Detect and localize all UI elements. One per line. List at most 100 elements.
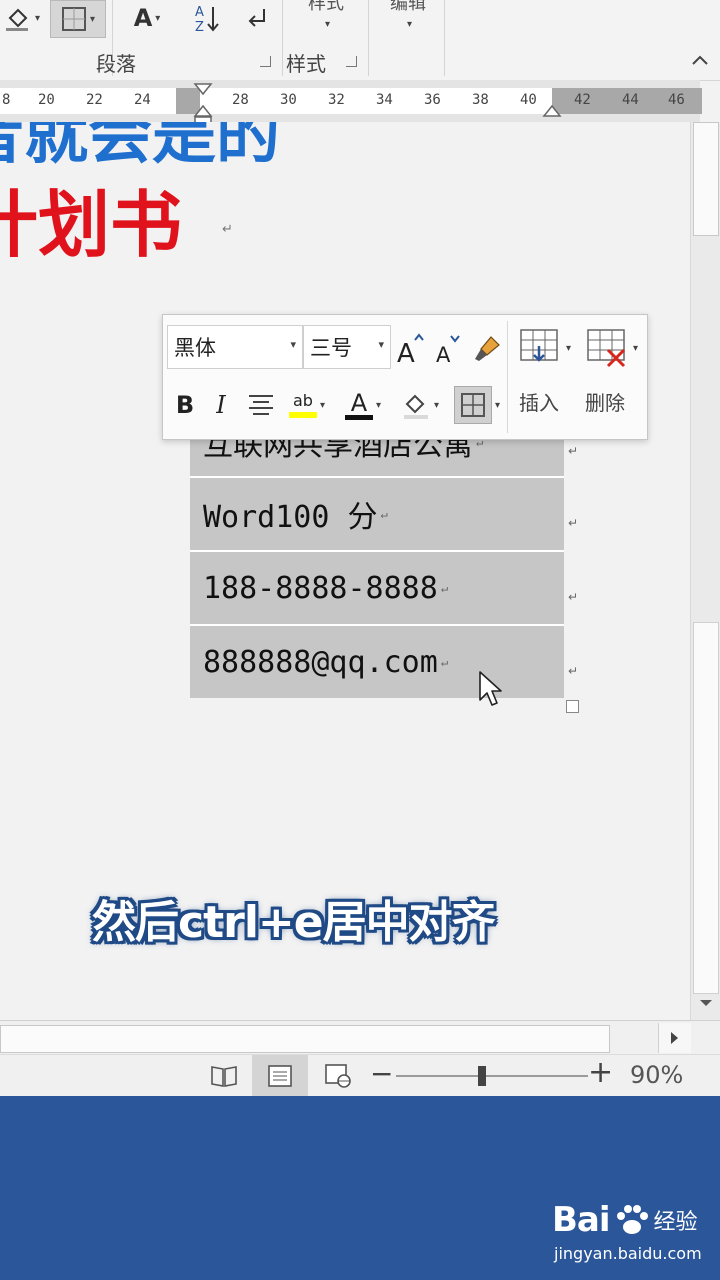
font-name-value: 黑体 bbox=[174, 336, 216, 360]
row-end-mark: ↵ bbox=[568, 516, 579, 530]
delete-table-button[interactable]: ▾ bbox=[581, 323, 643, 373]
delete-table-icon bbox=[587, 329, 626, 368]
shading-button[interactable]: ▾ bbox=[0, 0, 44, 36]
ruler-tick: 32 bbox=[328, 92, 345, 108]
font-name-combo[interactable]: 黑体 ▾ bbox=[167, 325, 303, 369]
svg-text:A: A bbox=[195, 5, 204, 20]
show-marks-button[interactable] bbox=[238, 0, 276, 36]
styles-dialog-launcher[interactable] bbox=[346, 56, 357, 67]
read-mode-button[interactable] bbox=[206, 1059, 242, 1093]
font-color-button[interactable]: A ▾ bbox=[339, 385, 387, 425]
watermark-url: jingyan.baidu.com bbox=[554, 1244, 702, 1263]
table-resize-handle[interactable] bbox=[566, 700, 579, 713]
zoom-percent[interactable]: 90% bbox=[630, 1061, 683, 1089]
highlight-label: ab bbox=[293, 391, 313, 410]
row-end-mark: ↵ bbox=[568, 590, 579, 604]
styles-button[interactable]: 样式 ▾ bbox=[290, 0, 362, 36]
table-row[interactable]: 888888@qq.com ↵ bbox=[190, 626, 564, 698]
ruler-tick: 30 bbox=[280, 92, 297, 108]
grow-font-icon: A bbox=[397, 333, 424, 366]
paragraph-mark-icon bbox=[248, 9, 265, 27]
cell-mark: ↵ bbox=[440, 655, 449, 669]
ruler-tick: 46 bbox=[668, 92, 685, 108]
scrollbar-thumb[interactable] bbox=[0, 1025, 610, 1053]
bold-button[interactable]: B bbox=[171, 385, 199, 425]
video-bottom-band: Bai 经验 jingyan.baidu.com bbox=[0, 1096, 720, 1280]
toolbar-separator bbox=[507, 321, 508, 433]
scroll-right-button[interactable] bbox=[658, 1023, 691, 1053]
video-subtitle: 然后ctrl+e居中对齐 bbox=[92, 897, 496, 948]
shrink-font-button[interactable]: A bbox=[433, 329, 463, 369]
insert-rows-icon bbox=[520, 329, 558, 362]
heading-line-2: 计划书 bbox=[0, 183, 183, 267]
ruler-tick: 44 bbox=[622, 92, 639, 108]
borders-button[interactable]: ▾ bbox=[50, 0, 106, 38]
mouse-cursor-icon bbox=[479, 671, 502, 706]
page-layout-icon bbox=[268, 1065, 292, 1087]
borders-button[interactable]: ▾ bbox=[449, 383, 505, 427]
watermark-suffix: 经验 bbox=[653, 1210, 698, 1235]
collapse-ribbon-button[interactable] bbox=[690, 50, 710, 70]
borders-icon bbox=[453, 386, 492, 424]
ribbon-separator bbox=[282, 0, 283, 76]
zoom-out-button[interactable]: − bbox=[370, 1057, 393, 1090]
ruler-tick: 22 bbox=[86, 92, 103, 108]
ruler-tick: 42 bbox=[574, 92, 591, 108]
svg-text:Z: Z bbox=[195, 20, 204, 33]
highlight-icon: ab bbox=[288, 391, 317, 418]
ruler-tick: 34 bbox=[376, 92, 393, 108]
zoom-slider[interactable] bbox=[396, 1066, 588, 1086]
paragraph-dialog-launcher[interactable] bbox=[260, 56, 271, 67]
borders-icon bbox=[61, 7, 86, 31]
baidu-jingyan-logo: Bai 经验 bbox=[552, 1200, 698, 1240]
align-center-icon bbox=[249, 395, 273, 415]
vertical-scrollbar[interactable] bbox=[690, 122, 720, 1022]
zoom-slider-thumb[interactable] bbox=[478, 1066, 487, 1086]
scrollbar-track[interactable] bbox=[693, 622, 719, 994]
format-painter-button[interactable] bbox=[469, 329, 503, 369]
format-painter-icon bbox=[475, 336, 500, 361]
table-row[interactable]: 188-8888-8888 ↵ bbox=[190, 552, 564, 626]
status-bar: − + 90% bbox=[0, 1054, 720, 1097]
paragraph-mark: ↵ bbox=[222, 222, 233, 237]
horizontal-scrollbar[interactable] bbox=[0, 1020, 720, 1055]
center-align-button[interactable] bbox=[245, 385, 277, 425]
table-cell-text: Word100 分 bbox=[203, 500, 378, 535]
sort-az-icon: AZ bbox=[195, 5, 219, 33]
font-color-bar bbox=[344, 414, 373, 420]
chevron-up-icon bbox=[692, 55, 708, 65]
shading-button[interactable]: ▾ bbox=[395, 385, 445, 425]
grow-font-button[interactable]: A bbox=[395, 329, 425, 369]
paragraph-group-label: 段落 bbox=[96, 52, 136, 76]
right-indent-marker-icon[interactable] bbox=[542, 104, 562, 120]
ruler-tick: 36 bbox=[424, 92, 441, 108]
mini-toolbar: 黑体 ▾ 三号 ▾ A A B I ab ▾ A ▾ ▾ ▾ ▾ 插入 ▾ 删除 bbox=[162, 314, 648, 440]
table-cell-text: 188-8888-8888 bbox=[203, 570, 438, 606]
print-layout-button[interactable] bbox=[252, 1055, 308, 1097]
paint-bucket-icon bbox=[5, 8, 28, 31]
ruler-tick: 24 bbox=[134, 92, 151, 108]
font-size-combo[interactable]: 三号 ▾ bbox=[303, 325, 391, 369]
table-row[interactable]: Word100 分 ↵ bbox=[190, 478, 564, 552]
row-end-mark: ↵ bbox=[568, 444, 579, 458]
asian-layout-button[interactable]: A ▾ bbox=[120, 0, 174, 36]
ruler-tick: 20 bbox=[38, 92, 55, 108]
editing-button[interactable]: 编辑 ▾ bbox=[372, 0, 444, 36]
indent-marker-icon[interactable] bbox=[192, 80, 214, 128]
italic-button[interactable]: I bbox=[207, 385, 235, 425]
watermark-brand: Bai bbox=[552, 1200, 611, 1240]
web-layout-button[interactable] bbox=[320, 1059, 356, 1093]
cell-mark: ↵ bbox=[380, 507, 388, 521]
chevron-down-icon: ▾ bbox=[290, 338, 296, 351]
highlight-button[interactable]: ab ▾ bbox=[283, 385, 331, 425]
font-size-value: 三号 bbox=[310, 336, 352, 360]
horizontal-ruler[interactable]: 8 20 22 24 28 30 32 34 36 38 40 42 44 46 bbox=[0, 80, 702, 126]
scroll-right-icon bbox=[671, 1032, 678, 1044]
scrollbar-thumb[interactable] bbox=[693, 122, 719, 236]
web-layout-icon bbox=[325, 1064, 351, 1088]
sort-button[interactable]: AZ bbox=[188, 0, 226, 36]
book-icon bbox=[211, 1066, 237, 1087]
insert-table-button[interactable]: ▾ bbox=[515, 323, 575, 373]
scroll-down-icon[interactable] bbox=[697, 994, 715, 1012]
zoom-in-button[interactable]: + bbox=[588, 1055, 613, 1090]
